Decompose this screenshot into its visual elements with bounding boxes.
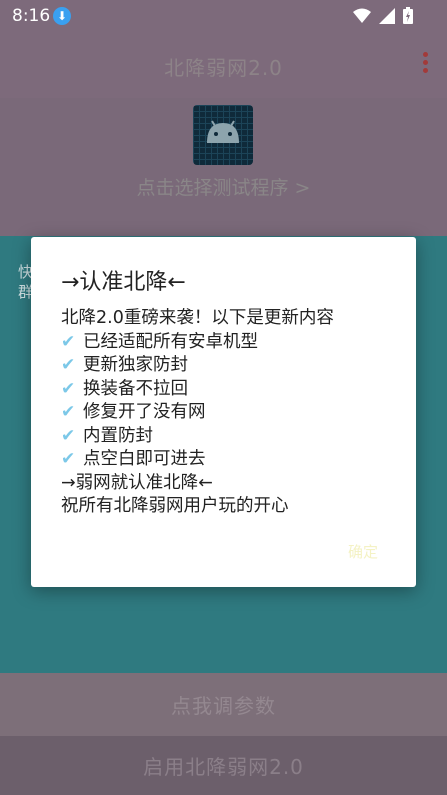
check-item: ✔ 换装备不拉回 [61,378,334,402]
dialog-title: →认准北降← [61,270,186,295]
select-program-link[interactable]: 点击选择测试程序 > [0,173,447,200]
android-app-icon[interactable] [193,105,253,165]
check-item-label: 修复开了没有网 [83,402,206,422]
status-icons [353,7,413,24]
status-time: 8:16 [12,6,51,26]
battery-icon [403,7,413,24]
check-item: ✔ 已经适配所有安卓机型 [61,331,334,355]
ok-button[interactable]: 确定 [348,541,378,562]
check-item: ✔ 更新独家防封 [61,354,334,378]
check-item-label: 更新独家防封 [83,355,188,375]
signal-icon [379,7,395,24]
download-icon: ⬇ [53,7,71,25]
checkmark-icon: ✔ [61,402,76,422]
header-area: 点击选择测试程序 > [0,98,447,236]
dialog-wish: 祝所有北降弱网用户玩的开心 [61,496,289,516]
dialog-body: 北降2.0重磅来袭！以下是更新内容 ✔ 已经适配所有安卓机型 ✔ 更新独家防封 ✔ 换… [61,307,334,519]
checkmark-icon: ✔ [61,331,76,352]
check-item-label: 内置防封 [83,425,153,446]
enable-button[interactable]: 启用北降弱网2.0 [0,736,447,795]
checkmark-icon: ✔ [61,449,76,469]
check-item: ✔ 内置防封 [61,425,334,449]
check-item-label: 换装备不拉回 [83,378,188,399]
dialog-slogan: →弱网就认准北降← [61,472,213,493]
checkmark-icon: ✔ [61,378,76,399]
toolbar: 北降弱网2.0 [0,32,447,98]
check-item-label: 点空白即可进去 [83,449,206,469]
wifi-icon [353,8,371,23]
checkmark-icon: ✔ [61,355,76,375]
check-item: ✔ 点空白即可进去 [61,448,334,472]
status-bar: 8:16 ⬇ [0,0,447,32]
overflow-menu-icon[interactable] [421,52,429,76]
check-item: ✔ 修复开了没有网 [61,401,334,425]
checkmark-icon: ✔ [61,425,76,446]
dialog-intro: 北降2.0重磅来袭！以下是更新内容 [61,308,334,328]
toolbar-title: 北降弱网2.0 [164,56,283,80]
check-item-label: 已经适配所有安卓机型 [83,331,258,352]
update-dialog: →认准北降← 北降2.0重磅来袭！以下是更新内容 ✔ 已经适配所有安卓机型 ✔ 更新… [31,237,416,587]
params-button[interactable]: 点我调参数 [0,673,447,736]
